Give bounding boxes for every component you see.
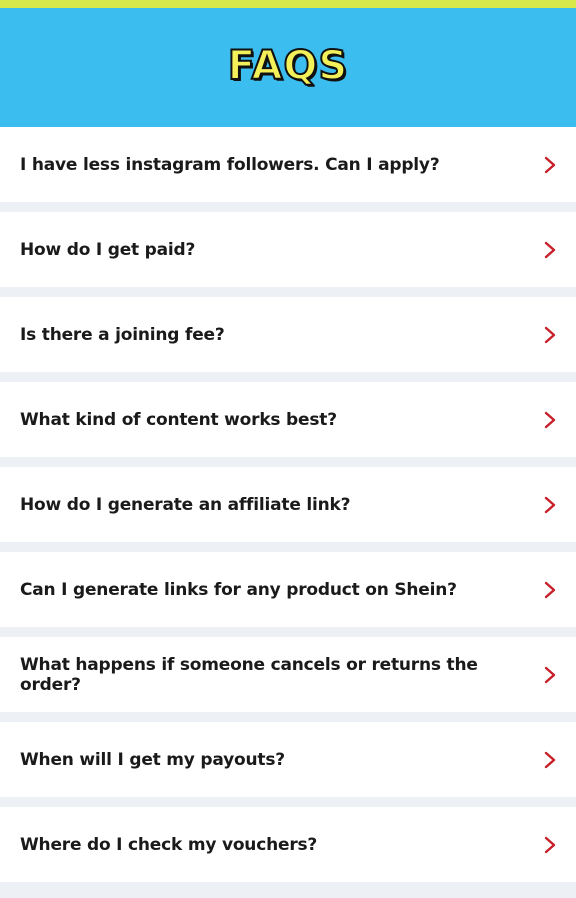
chevron-right-icon xyxy=(544,241,556,258)
faq-header: FAQS xyxy=(0,8,576,127)
faq-question: How do I generate an affiliate link? xyxy=(20,494,351,515)
faq-question: Is there a joining fee? xyxy=(20,324,225,345)
faq-question: What kind of content works best? xyxy=(20,409,337,430)
chevron-right-icon xyxy=(544,156,556,173)
faq-item[interactable]: I have less instagram followers. Can I a… xyxy=(0,127,576,202)
faq-question: When will I get my payouts? xyxy=(20,749,285,770)
top-accent-strip xyxy=(0,0,576,8)
faq-item[interactable]: Can I generate links for any product on … xyxy=(0,552,576,627)
chevron-right-icon xyxy=(544,411,556,428)
faq-question: What happens if someone cancels or retur… xyxy=(20,654,478,695)
page-title: FAQS xyxy=(227,42,349,90)
faq-item[interactable]: Is there a joining fee? xyxy=(0,297,576,372)
faq-item[interactable]: What happens if someone cancels or retur… xyxy=(0,637,576,712)
faq-item[interactable]: How do I get paid? xyxy=(0,212,576,287)
faq-item[interactable]: What kind of content works best? xyxy=(0,382,576,457)
faq-question: How do I get paid? xyxy=(20,239,196,260)
faq-question: Where do I check my vouchers? xyxy=(20,834,318,855)
chevron-right-icon xyxy=(544,751,556,768)
faq-item[interactable]: How do I generate an affiliate link? xyxy=(0,467,576,542)
faq-question: I have less instagram followers. Can I a… xyxy=(20,154,440,175)
faq-item[interactable]: Where do I check my vouchers? xyxy=(0,807,576,882)
faq-item[interactable]: When will I get my payouts? xyxy=(0,722,576,797)
chevron-right-icon xyxy=(544,496,556,513)
chevron-right-icon xyxy=(544,836,556,853)
faq-list: I have less instagram followers. Can I a… xyxy=(0,127,576,882)
chevron-right-icon xyxy=(544,581,556,598)
chevron-right-icon xyxy=(544,326,556,343)
faq-question: Can I generate links for any product on … xyxy=(20,579,457,600)
chevron-right-icon xyxy=(544,666,556,683)
